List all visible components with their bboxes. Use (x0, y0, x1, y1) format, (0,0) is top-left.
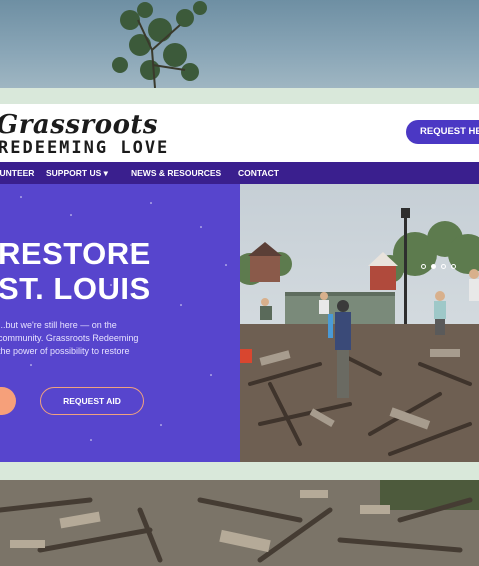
carousel-dot[interactable] (451, 264, 456, 269)
primary-cta-button[interactable] (0, 387, 16, 415)
site-header: Grassroots REDEEMING LOVE REQUEST HELP (0, 104, 479, 162)
website-page: Grassroots REDEEMING LOVE REQUEST HELP V… (0, 104, 479, 462)
carousel-dot-active[interactable] (431, 264, 436, 269)
nav-item-volunteer[interactable]: VOLUNTEER (0, 162, 34, 184)
main-nav: VOLUNTEER SUPPORT US ▾ NEWS & RESOURCES … (0, 162, 479, 184)
cleanup-photo-illustration (240, 184, 479, 462)
rubble-photo (0, 480, 479, 566)
hero-heading-line2: ST. LOUIS (0, 271, 151, 306)
nav-item-news-resources[interactable]: NEWS & RESOURCES (131, 162, 221, 184)
hero-text-line: ...but we're still here — on the (0, 320, 117, 330)
mint-band-bottom (0, 462, 479, 480)
hero-panel: RESTORE ST. LOUIS ...but we're still her… (0, 184, 240, 462)
mint-band-top (0, 88, 479, 104)
request-aid-button[interactable]: REQUEST AID (40, 387, 144, 415)
background-photo-bottom (0, 480, 479, 566)
tree-silhouette (112, 1, 207, 88)
hero-photo-cleanup (240, 184, 479, 462)
hero-paragraph: ...but we're still here — on the communi… (0, 319, 238, 358)
request-help-button[interactable]: REQUEST HELP (406, 120, 479, 144)
hero-section: RESTORE ST. LOUIS ...but we're still her… (0, 184, 479, 462)
carousel-dot[interactable] (441, 264, 446, 269)
nav-item-contact[interactable]: CONTACT (238, 162, 279, 184)
hero-text-line: community. Grassroots Redeeming (0, 333, 139, 343)
nav-item-support-us[interactable]: SUPPORT US ▾ (46, 162, 108, 184)
logo-text-top[interactable]: Grassroots (0, 110, 158, 140)
hero-text-line: the power of possibility to restore (0, 346, 130, 356)
hero-heading: RESTORE ST. LOUIS (0, 236, 151, 306)
background-photo-top (0, 0, 479, 88)
logo-text-bottom[interactable]: REDEEMING LOVE (0, 138, 169, 158)
hero-heading-line1: RESTORE (0, 236, 151, 271)
carousel-dot[interactable] (421, 264, 426, 269)
